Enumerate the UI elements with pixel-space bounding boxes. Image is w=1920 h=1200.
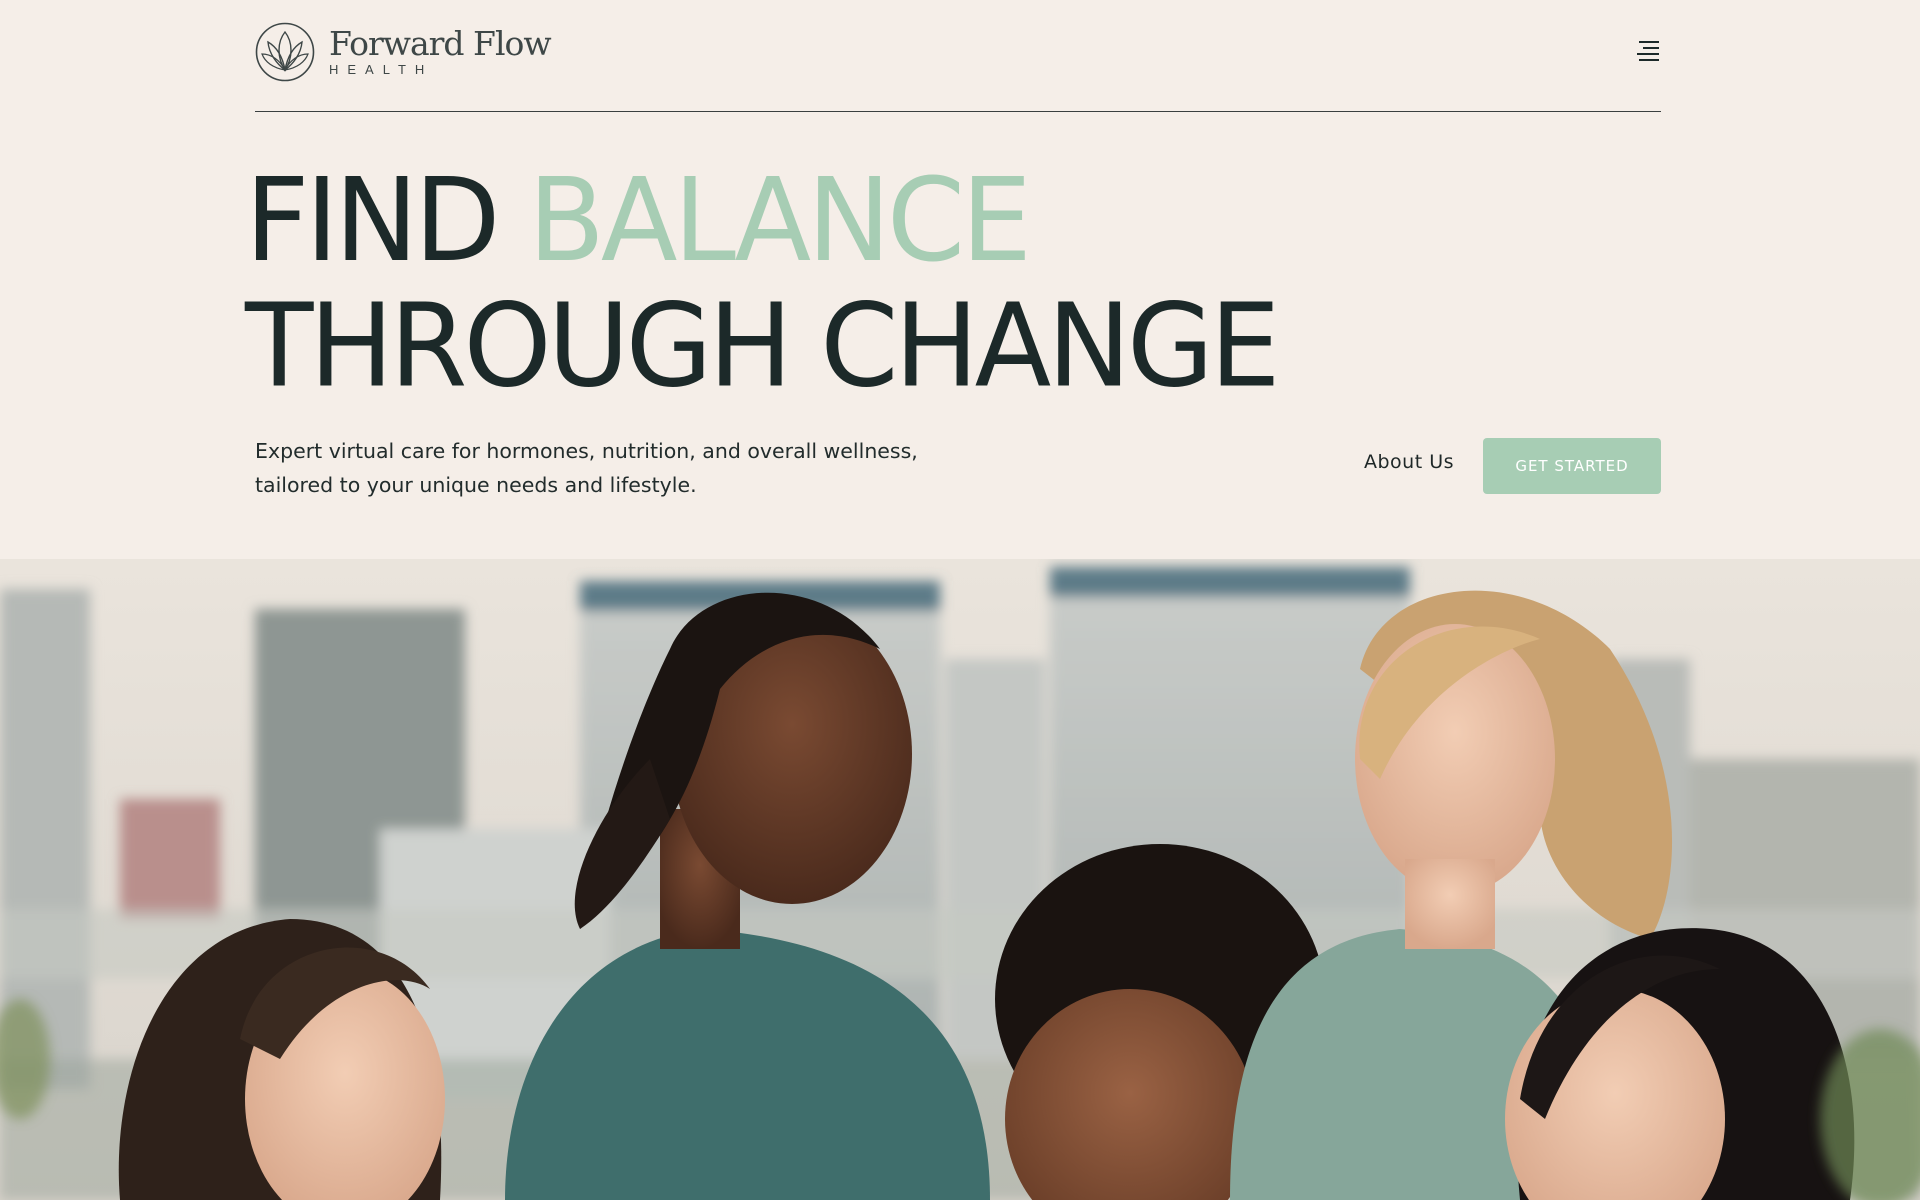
headline-accent-balance: BALANCE [528, 153, 1032, 288]
headline-line-1: FIND BALANCE [245, 158, 1277, 284]
brand-name: Forward Flow [329, 23, 552, 63]
headline-word-find: FIND [245, 153, 500, 288]
hero-description: Expert virtual care for hormones, nutrit… [255, 439, 918, 497]
about-us-link[interactable]: About Us [1364, 451, 1454, 473]
site-header: Forward Flow HEALTH [255, 0, 1661, 112]
lotus-icon [255, 22, 315, 82]
brand-logo[interactable]: Forward Flow HEALTH [255, 21, 552, 83]
brand-wordmark: Forward Flow HEALTH [329, 23, 552, 78]
hamburger-menu-icon [1637, 41, 1659, 61]
headline-line-2: THROUGH CHANGE [245, 279, 1281, 414]
hero-photo [0, 559, 1920, 1200]
brand-subtitle: HEALTH [329, 61, 434, 77]
hero-headline: FIND BALANCE THROUGH CHANGE [245, 158, 1281, 414]
menu-button[interactable] [1635, 38, 1661, 64]
group-photo-illustration [0, 559, 1920, 1200]
get-started-button[interactable]: GET STARTED [1483, 438, 1661, 494]
